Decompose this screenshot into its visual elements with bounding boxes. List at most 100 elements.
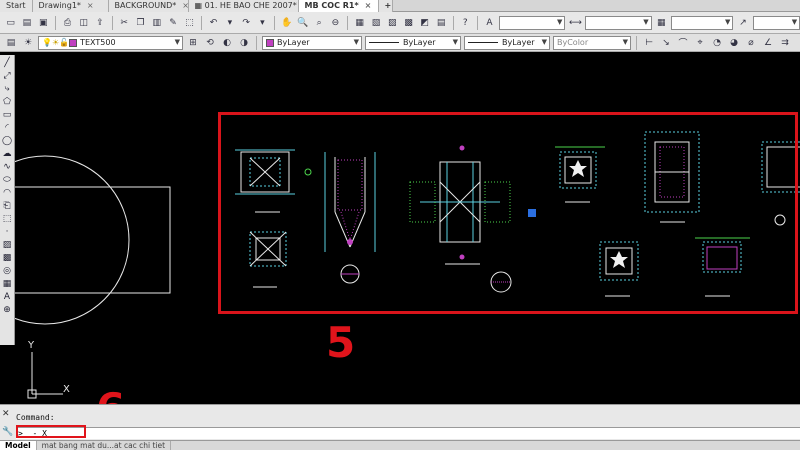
- layout-tab-model[interactable]: Model: [0, 441, 37, 450]
- wrench-icon[interactable]: 🔧: [2, 427, 13, 437]
- sheet-set-icon[interactable]: ▩: [402, 16, 415, 30]
- toolbar-divider: [476, 15, 478, 30]
- preview-icon[interactable]: ◫: [77, 16, 90, 30]
- paste-icon[interactable]: ▥: [150, 16, 163, 30]
- mleader-style-icon[interactable]: ↗: [736, 16, 749, 30]
- redo-dropdown-icon[interactable]: ▾: [256, 16, 269, 30]
- add-selected-icon[interactable]: ⊕: [1, 304, 14, 316]
- insert-block-icon[interactable]: ⎗: [1, 200, 14, 212]
- close-icon[interactable]: ×: [365, 0, 372, 12]
- ellipse-arc-icon[interactable]: ◠: [1, 187, 14, 199]
- copy-icon[interactable]: ❐: [134, 16, 147, 30]
- zoom-window-icon[interactable]: ⌕: [313, 16, 326, 30]
- print-icon[interactable]: ⎙: [61, 16, 74, 30]
- layer-properties-icon[interactable]: ▤: [4, 36, 18, 50]
- tab-drawing1[interactable]: Drawing1* ×: [32, 0, 109, 12]
- redo-icon[interactable]: ↷: [239, 16, 252, 30]
- hatch-icon[interactable]: ▨: [1, 239, 14, 251]
- polygon-icon[interactable]: ⬠: [1, 96, 14, 108]
- command-history: Command:: [16, 413, 55, 422]
- lineweight-combo[interactable]: ByLayer ▼: [464, 35, 550, 50]
- publish-icon[interactable]: ⇪: [93, 16, 106, 30]
- toolbar-divider: [111, 15, 113, 30]
- pan-icon[interactable]: ✋: [280, 16, 293, 30]
- revcloud-icon[interactable]: ☁: [1, 148, 14, 160]
- layer-combo[interactable]: 💡 ☀ 🔓 TEXT500 ▼: [38, 35, 183, 50]
- make-block-icon[interactable]: ⬚: [1, 213, 14, 225]
- properties-icon[interactable]: ▦: [353, 16, 366, 30]
- plotstyle-combo[interactable]: ByColor ▼: [553, 35, 631, 50]
- command-input[interactable]: >_ - X: [16, 427, 800, 439]
- tab-background[interactable]: BACKGROUND* ×: [108, 0, 189, 12]
- ellipse-icon[interactable]: ⬭: [1, 174, 14, 186]
- linetype-combo[interactable]: ByLayer ▼: [365, 35, 461, 50]
- construction-line-icon[interactable]: ⤢: [1, 70, 14, 82]
- ucs-x-label: X: [63, 384, 70, 395]
- dim-ordinate-icon[interactable]: ⌖: [693, 36, 707, 50]
- rectangle-icon[interactable]: ▭: [1, 109, 14, 121]
- text-style-combo[interactable]: ▼: [499, 15, 566, 30]
- dim-linear-icon[interactable]: ⊢: [642, 36, 656, 50]
- annotation-label-5: 5: [326, 318, 356, 367]
- calculator-icon[interactable]: ▤: [434, 16, 447, 30]
- tool-palettes-icon[interactable]: ▨: [386, 16, 399, 30]
- table-icon[interactable]: ▦: [1, 278, 14, 290]
- text-style-icon[interactable]: A: [483, 16, 496, 30]
- highlight-box-command: [16, 425, 86, 438]
- layout-tabs: Model mat bang mat du...at cac chi tiet: [0, 440, 800, 450]
- mleader-style-combo[interactable]: ▼: [752, 15, 800, 30]
- tab-start[interactable]: Start: [0, 0, 33, 12]
- dim-arc-icon[interactable]: ⌒: [676, 36, 690, 50]
- zoom-previous-icon[interactable]: ⊖: [329, 16, 342, 30]
- cut-icon[interactable]: ✂: [118, 16, 131, 30]
- tab-mb-coc-r1[interactable]: MB COC R1* ×: [298, 0, 379, 12]
- standard-toolbar: ▭ ▤ ▣ ⎙ ◫ ⇪ ✂ ❐ ▥ ✎ ⬚ ↶ ▾ ↷ ▾ ✋ 🔍 ⌕ ⊖ ▦ …: [0, 12, 800, 34]
- dim-style-icon[interactable]: ⟷: [568, 16, 582, 30]
- dim-quick-icon[interactable]: ⇉: [778, 36, 792, 50]
- dim-radius-icon[interactable]: ◔: [710, 36, 724, 50]
- dim-jogged-icon[interactable]: ◕: [727, 36, 741, 50]
- layer-previous-icon[interactable]: ⟲: [203, 36, 217, 50]
- open-folder-icon[interactable]: ▤: [20, 16, 33, 30]
- arc-icon[interactable]: ◜: [1, 122, 14, 134]
- new-file-icon[interactable]: ▭: [4, 16, 17, 30]
- chevron-down-icon: ▼: [725, 17, 731, 26]
- undo-dropdown-icon[interactable]: ▾: [223, 16, 236, 30]
- save-icon[interactable]: ▣: [37, 16, 50, 30]
- layer-state-icon[interactable]: ☀: [21, 36, 35, 50]
- spline-icon[interactable]: ∿: [1, 161, 14, 173]
- layer-unisolate-icon[interactable]: ◑: [237, 36, 251, 50]
- layer-freeze-icon: ☀: [51, 38, 60, 47]
- point-icon[interactable]: ·: [1, 226, 14, 238]
- circle-icon[interactable]: ◯: [1, 135, 14, 147]
- layer-color-swatch: [69, 38, 78, 47]
- polyline-icon[interactable]: ⤷: [1, 83, 14, 95]
- table-style-combo[interactable]: ▼: [670, 15, 734, 30]
- layout-tab-mat-bang[interactable]: mat bang mat du...at cac chi tiet: [37, 441, 172, 450]
- block-editor-icon[interactable]: ⬚: [183, 16, 196, 30]
- make-current-icon[interactable]: ⊞: [186, 36, 200, 50]
- new-tab-button[interactable]: +: [378, 0, 393, 12]
- match-properties-icon[interactable]: ✎: [166, 16, 179, 30]
- close-icon[interactable]: ×: [87, 0, 94, 12]
- toolbar-divider: [54, 15, 56, 30]
- zoom-realtime-icon[interactable]: 🔍: [296, 16, 309, 30]
- dim-aligned-icon[interactable]: ↘: [659, 36, 673, 50]
- close-icon[interactable]: ✕: [2, 409, 10, 419]
- design-center-icon[interactable]: ▧: [369, 16, 382, 30]
- region-icon[interactable]: ◎: [1, 265, 14, 277]
- table-style-icon[interactable]: ▦: [655, 16, 668, 30]
- line-icon[interactable]: ╱: [1, 57, 14, 69]
- help-icon[interactable]: ?: [459, 16, 472, 30]
- gradient-icon[interactable]: ▩: [1, 252, 14, 264]
- color-combo[interactable]: ByLayer ▼: [262, 35, 362, 50]
- dim-angular-icon[interactable]: ∠: [761, 36, 775, 50]
- mtext-icon[interactable]: A: [1, 291, 14, 303]
- dim-diameter-icon[interactable]: ⌀: [744, 36, 758, 50]
- layer-isolate-icon[interactable]: ◐: [220, 36, 234, 50]
- tab-he-bao-che[interactable]: ▦ 01. HE BAO CHE 2007*×: [188, 0, 299, 12]
- markup-icon[interactable]: ◩: [418, 16, 431, 30]
- dim-style-combo[interactable]: ▼: [585, 15, 652, 30]
- undo-icon[interactable]: ↶: [207, 16, 220, 30]
- chevron-down-icon: ▼: [643, 17, 649, 26]
